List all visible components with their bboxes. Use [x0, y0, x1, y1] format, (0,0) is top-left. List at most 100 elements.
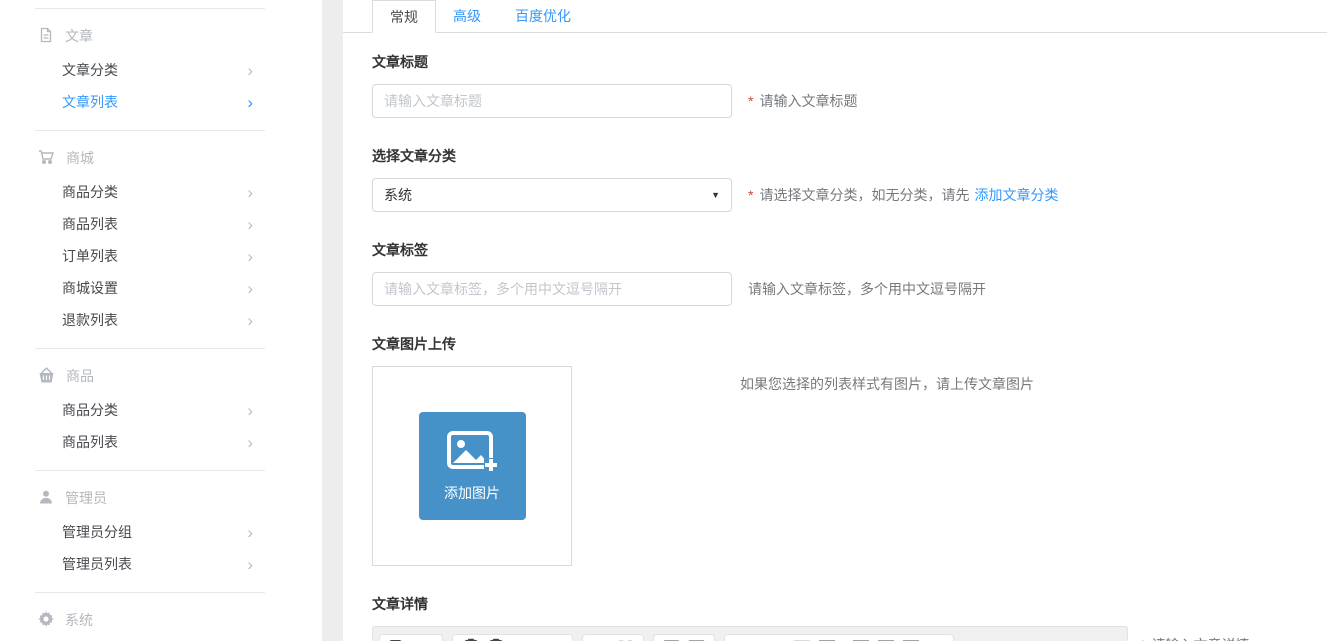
sidebar-item-goods-list[interactable]: 商品列表›	[35, 208, 265, 240]
chevron-right-icon: ›	[247, 402, 253, 419]
table-button[interactable]	[684, 636, 709, 641]
sidebar: 文章文章分类›文章列表›商城商品分类›商品列表›订单列表›商城设置›退款列表›商…	[0, 0, 322, 641]
sidebar-item-label: 商城设置	[62, 278, 118, 298]
sidebar-group-article: 文章文章分类›文章列表›	[35, 8, 265, 130]
sidebar-item-admin-group[interactable]: 管理员分组›	[35, 516, 265, 548]
chevron-down-icon: ▼	[711, 190, 720, 200]
indent-button[interactable]	[814, 636, 839, 641]
article-title-label: 文章标题	[372, 52, 1327, 72]
toolbar-group	[582, 634, 644, 641]
article-title-hint: * 请输入文章标题	[748, 91, 857, 111]
blockquote-button[interactable]: ”	[923, 636, 948, 641]
add-image-button-label: 添加图片	[444, 483, 500, 503]
chevron-right-icon: ›	[247, 280, 253, 297]
redo-button[interactable]	[542, 636, 567, 641]
sidebar-group-label: 管理员	[65, 488, 107, 508]
outdent-button[interactable]	[789, 636, 814, 641]
article-title-input[interactable]	[372, 84, 732, 118]
field-article-tags: 文章标签 请输入文章标签，多个用中文逗号隔开	[372, 240, 1327, 306]
article-tags-hint: 请输入文章标签，多个用中文逗号隔开	[748, 279, 986, 299]
hint-text: 请输入文章标签，多个用中文逗号隔开	[748, 279, 986, 299]
hint-text: 如果您选择的列表样式有图片，请上传文章图片	[740, 374, 1034, 394]
bulleted-list-button[interactable]	[755, 636, 780, 641]
toolbar-group: 12 ”	[724, 634, 954, 641]
numbered-list-button[interactable]: 12	[730, 636, 755, 641]
article-detail-label: 文章详情	[372, 594, 1327, 614]
field-article-image: 文章图片上传 添加图片	[372, 334, 1327, 566]
sidebar-nav: 文章文章分类›文章列表›商城商品分类›商品列表›订单列表›商城设置›退款列表›商…	[0, 0, 322, 641]
category-select-value: 系统	[384, 185, 412, 205]
rich-text-editor: 源码TW12”格式▾样式▾大小▾A▾A▾BIUSTx	[372, 626, 1128, 641]
align-left-button[interactable]	[848, 636, 873, 641]
sidebar-item-label: 退款列表	[62, 310, 118, 330]
document-icon	[38, 27, 54, 46]
toolbar-group: 源码	[379, 634, 443, 641]
hint-text: 请选择文章分类，如无分类，请先	[759, 185, 969, 205]
sidebar-item-article-category[interactable]: 文章分类›	[35, 54, 265, 86]
add-image-button[interactable]: 添加图片	[419, 412, 526, 520]
sidebar-item-article-list[interactable]: 文章列表 ›	[35, 86, 265, 118]
category-select[interactable]: 系统 ▼	[372, 178, 732, 212]
sidebar-item-label: 商品分类	[62, 182, 118, 202]
article-image-hint: 如果您选择的列表样式有图片，请上传文章图片	[740, 366, 1034, 394]
sidebar-group-mall: 商城商品分类›商品列表› 订单列表 › 商城设置 › 退款列表 ›	[35, 130, 265, 348]
sidebar-group-header-system: 系统	[35, 602, 265, 638]
source-button[interactable]: 源码	[385, 636, 437, 641]
sidebar-group-header-product: 商品	[35, 358, 265, 394]
chevron-right-icon: ›	[247, 524, 253, 541]
tab-bar: 常规高级百度优化	[343, 0, 1327, 33]
image-upload-box: 添加图片	[372, 366, 572, 566]
undo-button[interactable]	[517, 636, 542, 641]
sidebar-item-label: 文章列表	[62, 92, 118, 112]
sidebar-item-order-list[interactable]: 订单列表 ›	[35, 240, 265, 272]
sidebar-item-product-list[interactable]: 商品列表›	[35, 426, 265, 458]
sidebar-item-label: 管理员列表	[62, 554, 132, 574]
hint-text: 请输入文章详情	[1151, 635, 1249, 641]
chevron-right-icon: ›	[247, 248, 253, 265]
align-center-button[interactable]	[873, 636, 898, 641]
sidebar-group-admin: 管理员管理员分组› 管理员列表 ›	[35, 470, 265, 592]
sidebar-item-label: 商品列表	[62, 432, 118, 452]
toolbar-group	[653, 634, 715, 641]
toolbar-group: TW	[452, 634, 573, 641]
required-asterisk: *	[748, 93, 753, 109]
article-tags-label: 文章标签	[372, 240, 1327, 260]
sidebar-item-refund-list[interactable]: 退款列表 ›	[35, 304, 265, 336]
sidebar-group-label: 系统	[65, 610, 93, 630]
sidebar-item-label: 商品分类	[62, 400, 118, 420]
chevron-right-icon: ›	[247, 556, 253, 573]
image-button[interactable]	[659, 636, 684, 641]
field-article-category: 选择文章分类 系统 ▼ * 请选择文章分类，如无分类，请先 添加文章分类	[372, 146, 1327, 212]
sidebar-item-goods-category[interactable]: 商品分类›	[35, 176, 265, 208]
sidebar-item-label: 订单列表	[62, 246, 118, 266]
unlink-button[interactable]	[613, 636, 638, 641]
chevron-right-icon: ›	[247, 62, 253, 79]
sidebar-item-product-category[interactable]: 商品分类 ›	[35, 394, 265, 426]
gear-icon	[38, 611, 54, 630]
required-asterisk: *	[748, 187, 753, 203]
add-category-link[interactable]: 添加文章分类	[974, 185, 1058, 205]
article-tags-input[interactable]	[372, 272, 732, 306]
field-article-detail: 文章详情 源码TW12”格式▾样式▾大小▾A▾A▾BIUSTx * 请输入文章详…	[372, 594, 1327, 641]
hint-text: 请输入文章标题	[759, 91, 857, 111]
sidebar-group-label: 商城	[66, 148, 94, 168]
chevron-right-icon: ›	[247, 94, 253, 111]
tab-advanced[interactable]: 高级	[436, 0, 498, 33]
article-detail-hint: * 请输入文章详情	[1140, 626, 1249, 641]
paste-text-button[interactable]: T	[458, 636, 483, 641]
user-icon	[38, 489, 54, 508]
page: 文章文章分类›文章列表›商城商品分类›商品列表›订单列表›商城设置›退款列表›商…	[0, 0, 1327, 641]
paste-word-button[interactable]: W	[483, 636, 508, 641]
sidebar-group-header-mall: 商城	[35, 140, 265, 176]
sidebar-group-label: 商品	[66, 366, 94, 386]
link-button[interactable]	[588, 636, 613, 641]
sidebar-item-mall-settings[interactable]: 商城设置 ›	[35, 272, 265, 304]
cart-icon	[38, 149, 55, 168]
article-image-label: 文章图片上传	[372, 334, 1327, 354]
align-right-button[interactable]	[898, 636, 923, 641]
sidebar-item-admin-list[interactable]: 管理员列表 ›	[35, 548, 265, 580]
chevron-right-icon: ›	[247, 312, 253, 329]
tab-baidu-seo[interactable]: 百度优化	[498, 0, 588, 33]
sidebar-item-label: 商品列表	[62, 214, 118, 234]
tab-general[interactable]: 常规	[372, 0, 436, 33]
